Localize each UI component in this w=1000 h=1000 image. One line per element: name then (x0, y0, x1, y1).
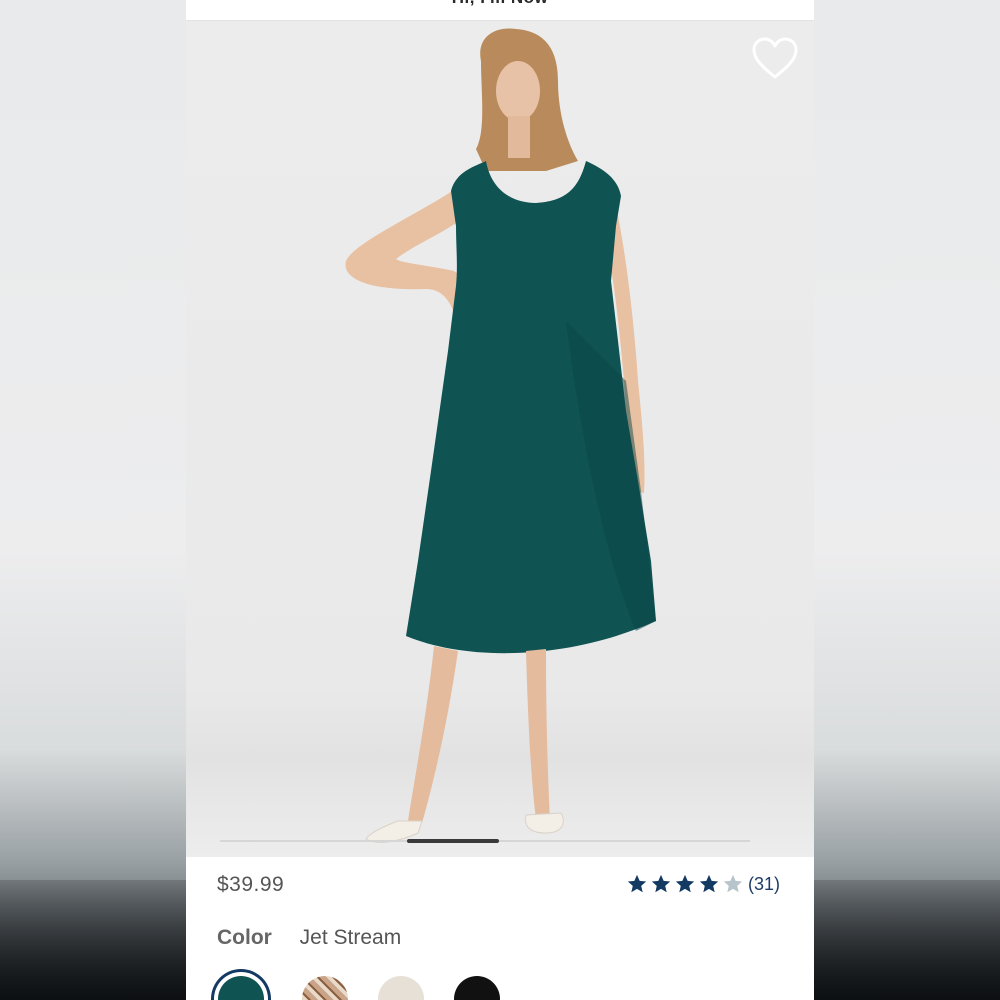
rating-stars[interactable]: (31) (626, 871, 780, 897)
model-face (496, 61, 540, 121)
product-page: Hi, I'm Now $39. (186, 0, 814, 1000)
star-icon (651, 874, 671, 893)
model-legs (408, 646, 550, 823)
star-icon (675, 874, 695, 893)
carousel-indicator[interactable] (407, 839, 499, 843)
star-icon (699, 874, 719, 893)
swatch-animal-print[interactable] (302, 976, 348, 1000)
page-title: Hi, I'm Now (186, 0, 814, 8)
color-label: Color (217, 926, 272, 949)
product-price: $39.99 (217, 873, 285, 896)
model-illustration (345, 28, 656, 843)
star-empty-icon (723, 874, 743, 893)
swatch-jet-stream[interactable] (218, 976, 264, 1000)
heart-outline-icon[interactable] (750, 35, 800, 81)
swatch-cream[interactable] (378, 976, 424, 1000)
star-icon (627, 874, 647, 893)
swatch-black[interactable] (454, 976, 500, 1000)
color-value: Jet Stream (299, 926, 402, 949)
top-header: Hi, I'm Now (186, 0, 814, 21)
model-shoes (365, 812, 564, 843)
review-count[interactable]: (31) (748, 874, 780, 895)
product-image[interactable] (186, 21, 814, 857)
color-row: Color Jet Stream (217, 926, 401, 950)
